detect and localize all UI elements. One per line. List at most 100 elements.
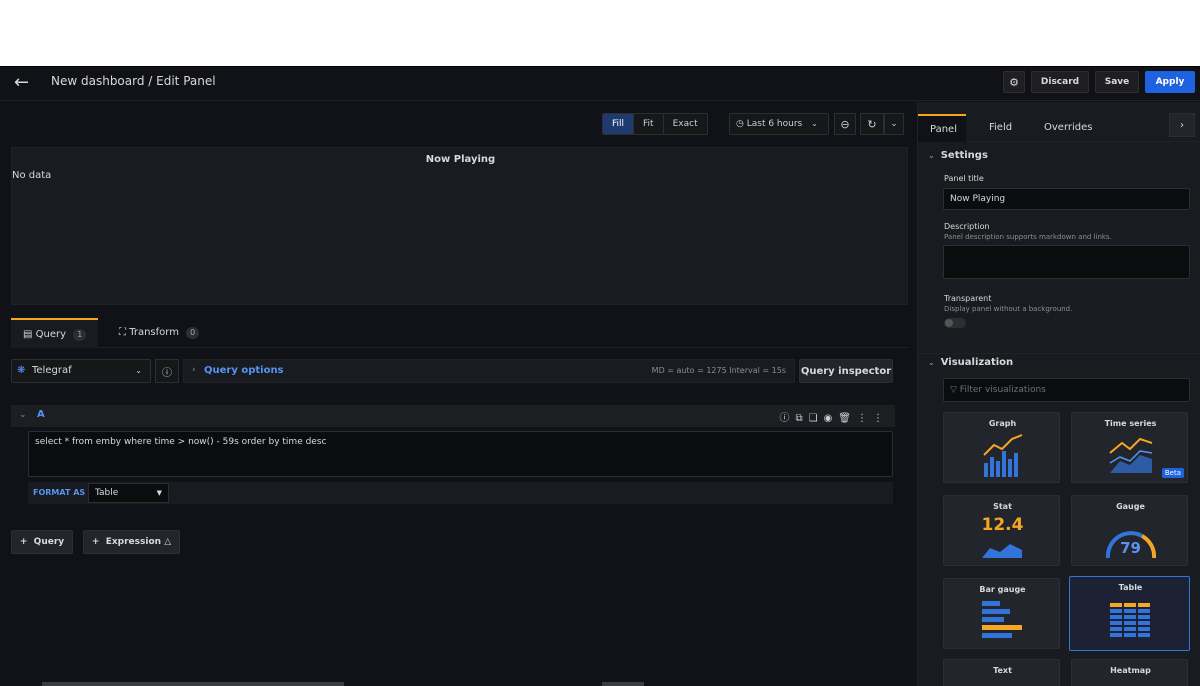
apply-button[interactable]: Apply <box>1145 71 1195 93</box>
filter-icon: ▽ <box>950 385 957 395</box>
viz-card-name: Stat <box>993 502 1012 511</box>
dashboard-settings-button[interactable]: ⚙ <box>1003 71 1025 93</box>
refresh-icon: ↻ <box>867 117 877 131</box>
format-as-select[interactable]: Table ▼ <box>88 483 169 503</box>
transparent-label: Transparent <box>944 294 992 303</box>
copy-icon[interactable]: ⧉ <box>795 413 808 424</box>
query-options-label: Query options <box>204 365 284 376</box>
view-mode-exact[interactable]: Exact <box>663 114 707 134</box>
trash-icon[interactable]: 🗑 <box>838 413 857 424</box>
query-ref-id[interactable]: A <box>37 409 45 420</box>
tab-panel[interactable]: Panel <box>918 114 966 142</box>
tab-field[interactable]: Field <box>989 114 1012 142</box>
filter-visualizations-input[interactable]: ▽ Filter visualizations <box>943 378 1190 402</box>
viz-card-text[interactable]: Text <box>943 659 1060 686</box>
viz-card-heatmap[interactable]: Heatmap <box>1071 659 1188 686</box>
plus-icon: + <box>91 537 100 547</box>
description-textarea[interactable] <box>943 245 1190 279</box>
tab-transform[interactable]: ⛶ Transform 0 <box>119 318 219 348</box>
plus-icon: + <box>19 537 28 547</box>
query-editor-textarea[interactable]: select * from emby where time > now() - … <box>28 431 893 477</box>
duplicate-icon[interactable]: ❏ <box>809 413 824 424</box>
panel-preview: Now Playing No data <box>11 147 908 305</box>
format-as-label: FORMAT AS <box>33 488 86 497</box>
options-pane: Panel Field Overrides › ⌄ Settings Panel … <box>917 102 1200 686</box>
viz-card-name: Gauge <box>1116 502 1145 511</box>
chevron-down-icon[interactable]: ⌄ <box>19 410 27 420</box>
influxdb-icon: ❋ <box>17 365 26 376</box>
browser-top-area <box>0 0 1200 67</box>
visualization-section-header[interactable]: ⌄ Visualization <box>918 353 1200 375</box>
zoom-out-button[interactable]: ⊖ <box>834 113 856 135</box>
chevron-right-icon: › <box>192 365 196 375</box>
chevron-down-icon: ⌄ <box>928 358 935 367</box>
tab-query[interactable]: ▤ Query 1 <box>11 318 98 348</box>
query-row-actions: ⓘ⧉❏◉🗑⋮⋮ <box>779 409 889 424</box>
viz-card-name: Time series <box>1104 419 1157 428</box>
viz-card-table[interactable]: Table <box>1069 576 1190 651</box>
query-inspector-button[interactable]: Query inspector <box>799 359 893 383</box>
chevron-down-icon: ⌄ <box>890 119 898 129</box>
viz-card-graph[interactable]: Graph <box>943 412 1060 483</box>
eye-icon[interactable]: ◉ <box>824 413 839 424</box>
zoom-out-icon: ⊖ <box>840 117 850 131</box>
help-icon[interactable]: ⓘ <box>779 413 795 424</box>
query-count-badge: 1 <box>73 329 87 341</box>
query-tabs: ▤ Query 1 ⛶ Transform 0 <box>11 318 908 348</box>
gear-icon: ⚙ <box>1009 75 1019 89</box>
format-as-row: FORMAT AS Table ▼ <box>28 482 893 504</box>
viz-card-gauge[interactable]: Gauge 79 <box>1071 495 1188 566</box>
datasource-picker[interactable]: ❋ Telegraf ⌄ <box>11 359 151 383</box>
panel-title-label: Panel title <box>944 174 984 183</box>
stat-sparkline-icon <box>982 544 1022 558</box>
no-data-message: No data <box>12 170 52 181</box>
beta-badge: Beta <box>1161 468 1184 478</box>
add-expression-label: Expression <box>105 537 162 547</box>
page-title: New dashboard / Edit Panel <box>51 74 216 88</box>
toggle-knob <box>945 319 953 327</box>
database-icon: ▤ <box>23 329 33 340</box>
description-label: Description <box>944 222 990 231</box>
query-datasource-row: ❋ Telegraf ⌄ ⓘ › Query options MD = auto… <box>11 359 908 383</box>
transparent-toggle[interactable] <box>944 318 966 328</box>
add-query-button[interactable]: + Query <box>11 530 73 554</box>
panel-preview-title[interactable]: Now Playing <box>12 154 909 165</box>
datasource-help-button[interactable]: ⓘ <box>155 359 179 383</box>
viz-card-stat[interactable]: Stat 12.4 <box>943 495 1060 566</box>
stat-value: 12.4 <box>981 515 1024 535</box>
filter-placeholder: Filter visualizations <box>959 385 1046 395</box>
clock-icon: ◷ <box>736 119 744 129</box>
add-expression-button[interactable]: + Expression △ <box>83 530 180 554</box>
query-options-bar[interactable]: › Query options MD = auto = 1275 Interva… <box>183 359 795 383</box>
horizontal-scrollbar-thumb[interactable] <box>602 682 644 686</box>
viz-card-name: Table <box>1118 583 1143 592</box>
tab-overrides[interactable]: Overrides <box>1044 114 1092 142</box>
viz-card-name: Heatmap <box>1110 666 1151 675</box>
graph-icon <box>983 434 1023 477</box>
view-mode-group: Fill Fit Exact <box>602 113 708 135</box>
format-as-value: Table <box>95 488 119 498</box>
datasource-name: Telegraf <box>32 365 72 376</box>
panel-title-input[interactable]: Now Playing <box>943 188 1190 210</box>
view-mode-fill[interactable]: Fill <box>603 114 635 134</box>
options-pane-tabs: Panel Field Overrides <box>918 114 1200 142</box>
discard-button[interactable]: Discard <box>1031 71 1089 93</box>
query-row-header[interactable]: ⌄ A ⓘ⧉❏◉🗑⋮⋮ <box>11 405 895 427</box>
settings-section-header[interactable]: ⌄ Settings <box>918 150 1200 170</box>
viz-card-bar-gauge[interactable]: Bar gauge <box>943 578 1060 649</box>
collapse-pane-button[interactable]: › <box>1169 113 1195 137</box>
tab-transform-label: Transform <box>129 327 179 338</box>
description-hint: Panel description supports markdown and … <box>944 233 1112 241</box>
top-nav-bar: ← New dashboard / Edit Panel ⚙ Discard S… <box>0 67 1200 101</box>
refresh-interval-dropdown[interactable]: ⌄ <box>884 113 904 135</box>
time-range-picker[interactable]: ◷ Last 6 hours ⌄ <box>729 113 829 135</box>
save-button[interactable]: Save <box>1095 71 1139 93</box>
drag-handle-icon[interactable]: ⋮⋮ <box>857 413 889 424</box>
viz-card-time-series[interactable]: Time series Beta <box>1071 412 1188 483</box>
view-mode-fit[interactable]: Fit <box>634 114 664 134</box>
refresh-button[interactable]: ↻ <box>860 113 884 135</box>
viz-card-name: Bar gauge <box>979 585 1026 594</box>
back-arrow-icon[interactable]: ← <box>14 73 34 93</box>
transform-icon: ⛶ <box>119 327 126 338</box>
horizontal-scrollbar[interactable] <box>42 682 344 686</box>
